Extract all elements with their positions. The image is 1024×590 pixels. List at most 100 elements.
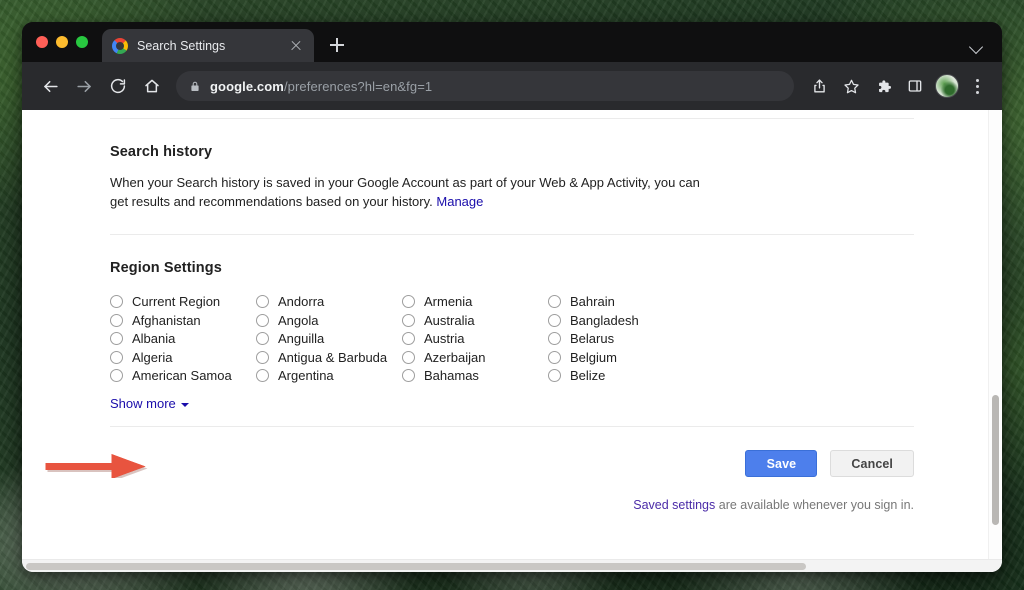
radio-icon[interactable] [110, 332, 123, 345]
radio-icon[interactable] [548, 369, 561, 382]
region-option[interactable]: Algeria [110, 348, 256, 367]
radio-icon[interactable] [548, 314, 561, 327]
annotation-arrow [44, 452, 166, 478]
google-g-icon [112, 38, 128, 54]
window-minimize-button[interactable] [56, 36, 68, 48]
region-option[interactable]: Angola [256, 311, 402, 330]
region-option-label: Bangladesh [570, 313, 639, 328]
horizontal-scrollbar[interactable] [22, 559, 1002, 572]
arrow-left-icon[interactable] [34, 70, 66, 102]
radio-icon[interactable] [256, 351, 269, 364]
saved-settings-link[interactable]: Saved settings [633, 498, 715, 512]
region-option-label: Bahamas [424, 368, 479, 383]
caret-down-icon [181, 403, 189, 407]
radio-icon[interactable] [256, 332, 269, 345]
region-option-label: Albania [132, 331, 175, 346]
radio-icon[interactable] [110, 369, 123, 382]
search-history-description: When your Search history is saved in you… [110, 174, 710, 212]
search-history-title: Search history [110, 144, 914, 160]
region-option[interactable]: Bangladesh [548, 311, 694, 330]
radio-icon[interactable] [402, 332, 415, 345]
divider-actions [110, 426, 914, 427]
region-option-label: Belarus [570, 331, 614, 346]
region-option-label: American Samoa [132, 368, 232, 383]
cancel-button[interactable]: Cancel [830, 450, 914, 477]
share-icon[interactable] [804, 71, 834, 101]
radio-icon[interactable] [402, 351, 415, 364]
divider-top [110, 118, 914, 119]
kebab-menu-icon[interactable] [964, 71, 990, 101]
region-option[interactable]: Belarus [548, 330, 694, 349]
plus-icon[interactable] [323, 31, 351, 59]
radio-icon[interactable] [548, 351, 561, 364]
tab-title: Search Settings [137, 39, 279, 53]
reload-icon[interactable] [102, 70, 134, 102]
show-more-label: Show more [110, 396, 176, 411]
region-option-label: Angola [278, 313, 318, 328]
region-option-label: Armenia [424, 294, 472, 309]
region-option[interactable]: Afghanistan [110, 311, 256, 330]
region-column-3: Armenia Australia Austria Azerbaijan Bah… [402, 293, 548, 386]
region-option[interactable]: American Samoa [110, 367, 256, 386]
save-button[interactable]: Save [745, 450, 817, 477]
window-maximize-button[interactable] [76, 36, 88, 48]
region-option[interactable]: Belgium [548, 348, 694, 367]
close-icon[interactable] [288, 38, 304, 54]
region-option[interactable]: Armenia [402, 293, 548, 312]
radio-icon[interactable] [110, 314, 123, 327]
region-options-grid: Current Region Afghanistan Albania Alger… [110, 293, 914, 386]
region-column-4: Bahrain Bangladesh Belarus Belgium Beliz… [548, 293, 694, 386]
vertical-scrollbar-thumb[interactable] [992, 395, 999, 525]
horizontal-scrollbar-thumb[interactable] [26, 563, 806, 570]
browser-tab[interactable]: Search Settings [102, 29, 314, 62]
page-viewport: Search history When your Search history … [22, 110, 1002, 572]
region-column-1: Current Region Afghanistan Albania Alger… [110, 293, 256, 386]
url-domain: google.com [210, 79, 284, 94]
star-icon[interactable] [836, 71, 866, 101]
window-close-button[interactable] [36, 36, 48, 48]
region-option[interactable]: Albania [110, 330, 256, 349]
region-option[interactable]: Current Region [110, 293, 256, 312]
region-option-label: Andorra [278, 294, 324, 309]
region-option[interactable]: Bahrain [548, 293, 694, 312]
manage-link[interactable]: Manage [436, 194, 483, 209]
radio-icon[interactable] [110, 295, 123, 308]
region-option-label: Afghanistan [132, 313, 201, 328]
radio-icon[interactable] [256, 369, 269, 382]
radio-icon[interactable] [548, 332, 561, 345]
region-option[interactable]: Antigua & Barbuda [256, 348, 402, 367]
tab-strip: Search Settings [22, 22, 1002, 62]
radio-icon[interactable] [256, 314, 269, 327]
radio-icon[interactable] [548, 295, 561, 308]
puzzle-icon[interactable] [868, 71, 898, 101]
radio-icon[interactable] [110, 351, 123, 364]
region-option[interactable]: Anguilla [256, 330, 402, 349]
region-option[interactable]: Austria [402, 330, 548, 349]
region-option-label: Bahrain [570, 294, 615, 309]
profile-avatar[interactable] [935, 74, 959, 98]
browser-toolbar: google.com/preferences?hl=en&fg=1 [22, 62, 1002, 110]
saved-settings-note: Saved settings are available whenever yo… [110, 498, 914, 512]
radio-icon[interactable] [402, 314, 415, 327]
radio-icon[interactable] [256, 295, 269, 308]
chevron-down-icon[interactable] [970, 40, 984, 54]
show-more-button[interactable]: Show more [110, 396, 189, 411]
search-history-section: Search history When your Search history … [110, 144, 914, 212]
divider-region [110, 234, 914, 235]
radio-icon[interactable] [402, 295, 415, 308]
lock-icon [189, 80, 201, 93]
side-panel-icon[interactable] [900, 71, 930, 101]
arrow-right-icon[interactable] [68, 70, 100, 102]
region-option-label: Azerbaijan [424, 350, 485, 365]
region-option[interactable]: Bahamas [402, 367, 548, 386]
region-option[interactable]: Andorra [256, 293, 402, 312]
region-option[interactable]: Belize [548, 367, 694, 386]
region-option[interactable]: Argentina [256, 367, 402, 386]
radio-icon[interactable] [402, 369, 415, 382]
address-bar[interactable]: google.com/preferences?hl=en&fg=1 [176, 71, 794, 101]
region-option[interactable]: Azerbaijan [402, 348, 548, 367]
region-option-label: Anguilla [278, 331, 324, 346]
region-option[interactable]: Australia [402, 311, 548, 330]
vertical-scrollbar[interactable] [988, 110, 1001, 572]
home-icon[interactable] [136, 70, 168, 102]
